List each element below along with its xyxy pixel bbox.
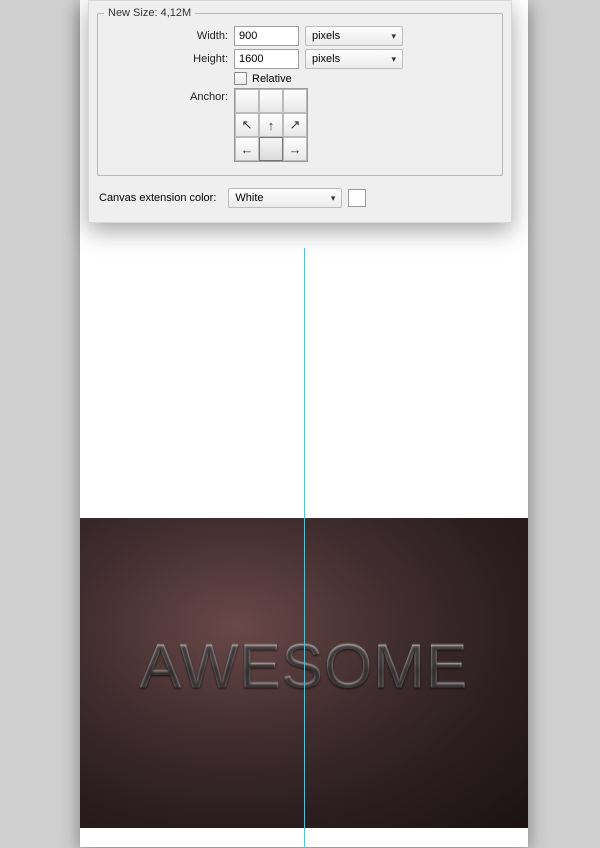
anchor-label: Anchor: bbox=[104, 88, 234, 103]
extension-color-value: White bbox=[235, 192, 263, 204]
width-label: Width: bbox=[104, 30, 234, 42]
extension-color-swatch[interactable] bbox=[348, 189, 366, 207]
arrow-up-icon: ↑ bbox=[268, 118, 275, 133]
arrow-right-icon: → bbox=[289, 142, 302, 157]
height-unit-value: pixels bbox=[312, 53, 340, 65]
width-unit-value: pixels bbox=[312, 30, 340, 42]
anchor-mid-right[interactable]: ↗ bbox=[283, 113, 307, 137]
anchor-bottom-left[interactable]: ← bbox=[235, 137, 259, 161]
canvas-size-dialog: New Size: 4,12M Width: pixels ▾ Height: … bbox=[88, 0, 512, 223]
width-input[interactable] bbox=[234, 26, 299, 46]
width-unit-dropdown[interactable]: pixels ▾ bbox=[305, 26, 403, 46]
vertical-guide-line bbox=[304, 248, 305, 848]
anchor-bottom-center[interactable] bbox=[259, 137, 283, 161]
anchor-mid-center[interactable]: ↑ bbox=[259, 113, 283, 137]
height-label: Height: bbox=[104, 53, 234, 65]
anchor-grid: ↖ ↑ ↗ ← → bbox=[234, 88, 308, 162]
relative-label: Relative bbox=[252, 73, 292, 85]
height-input[interactable] bbox=[234, 49, 299, 69]
extension-color-dropdown[interactable]: White ▾ bbox=[228, 188, 342, 208]
anchor-top-center[interactable] bbox=[259, 89, 283, 113]
anchor-top-right[interactable] bbox=[283, 89, 307, 113]
height-unit-dropdown[interactable]: pixels ▾ bbox=[305, 49, 403, 69]
arrow-up-right-icon: ↗ bbox=[290, 117, 301, 133]
new-size-group: New Size: 4,12M Width: pixels ▾ Height: … bbox=[97, 7, 503, 176]
arrow-left-icon: ← bbox=[241, 142, 254, 157]
chevron-down-icon: ▾ bbox=[391, 31, 396, 42]
new-size-legend: New Size: 4,12M bbox=[104, 7, 195, 19]
relative-checkbox[interactable] bbox=[234, 72, 247, 85]
anchor-top-left[interactable] bbox=[235, 89, 259, 113]
anchor-mid-left[interactable]: ↖ bbox=[235, 113, 259, 137]
chevron-down-icon: ▾ bbox=[391, 54, 396, 65]
anchor-bottom-right[interactable]: → bbox=[283, 137, 307, 161]
chevron-down-icon: ▾ bbox=[331, 193, 336, 204]
arrow-up-left-icon: ↖ bbox=[242, 117, 253, 133]
extension-color-label: Canvas extension color: bbox=[99, 192, 222, 204]
